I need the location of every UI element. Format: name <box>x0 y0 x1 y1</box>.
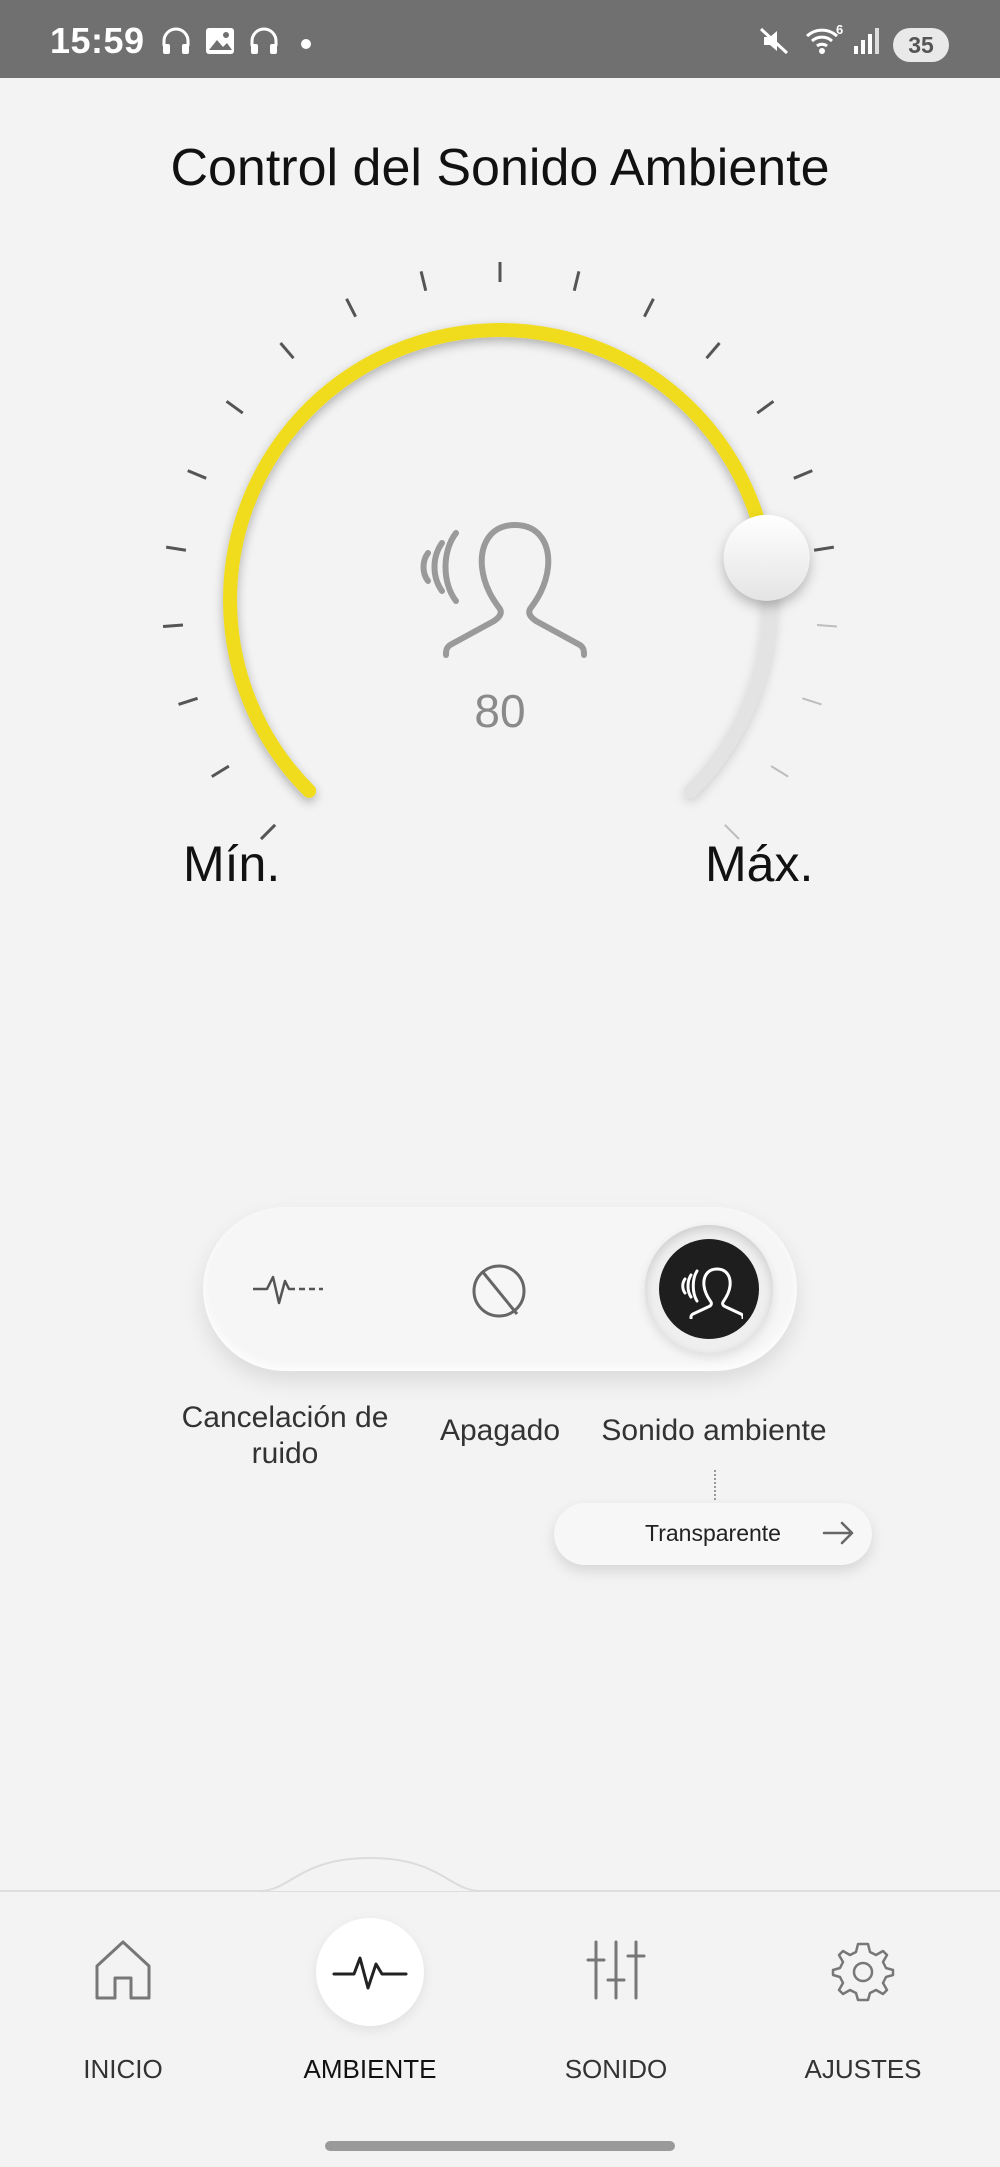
dial-tick <box>643 298 655 318</box>
transparent-button[interactable]: Transparente <box>554 1503 872 1565</box>
dial-tick <box>793 469 813 480</box>
dial-tick <box>162 623 184 629</box>
ambient-option-circle <box>659 1239 759 1339</box>
ambient-label: Sonido ambiente <box>601 1414 827 1447</box>
nav-item-ambiente-label: AMBIENTE <box>303 2054 437 2084</box>
dial-knob[interactable] <box>723 514 810 601</box>
dial-tick <box>419 270 428 292</box>
dial-tick <box>279 342 295 360</box>
equalizer-icon <box>586 1940 646 2000</box>
pulse-icon <box>332 1956 408 1990</box>
nav-active-bump <box>260 1856 480 1892</box>
max-label: Máx. <box>705 836 814 892</box>
noise-cancel-label: Cancelación de ruido <box>160 1400 410 1472</box>
home-indicator[interactable] <box>325 2141 675 2151</box>
mode-switch[interactable] <box>203 1207 797 1371</box>
dial-tick <box>165 545 187 552</box>
off-icon[interactable] <box>469 1261 529 1321</box>
gear-icon <box>831 1942 895 2002</box>
nav-item-ajustes-label: AJUSTES <box>804 2054 922 2084</box>
bottom-nav <box>0 1890 1000 2167</box>
min-label: Mín. <box>183 836 281 892</box>
dial-tick <box>572 270 581 292</box>
nav-item-inicio-label: INICIO <box>83 2054 163 2084</box>
ambient-option-selected[interactable] <box>645 1225 773 1353</box>
ambient-person-icon <box>681 1267 743 1319</box>
noise-cancel-label-line1: Cancelación de <box>181 1401 389 1434</box>
dial-tick <box>225 400 244 415</box>
dial-tick <box>813 545 835 552</box>
dial-tick <box>756 400 775 415</box>
connector-line <box>714 1470 716 1500</box>
home-icon <box>95 1940 151 2000</box>
dial-tick <box>802 697 822 706</box>
dial-tick <box>770 765 789 778</box>
bottom-nav-divider <box>0 1890 1000 1892</box>
off-label: Apagado <box>439 1414 561 1447</box>
ambient-person-center-icon <box>420 522 587 658</box>
arrow-right-icon <box>822 1521 854 1545</box>
nav-item-sonido-label: SONIDO <box>564 2054 668 2084</box>
dial-tick <box>187 469 207 480</box>
dial-tick <box>705 342 721 360</box>
noise-cancel-label-line2: ruido <box>251 1437 319 1470</box>
dial-tick <box>178 696 199 706</box>
ambient-level-dial[interactable] <box>0 0 1000 900</box>
dial-tick <box>211 764 230 778</box>
noise-cancel-icon[interactable] <box>251 1267 325 1311</box>
dial-tick <box>816 623 838 628</box>
dial-tick <box>345 298 357 318</box>
dial-value: 80 <box>474 685 526 737</box>
